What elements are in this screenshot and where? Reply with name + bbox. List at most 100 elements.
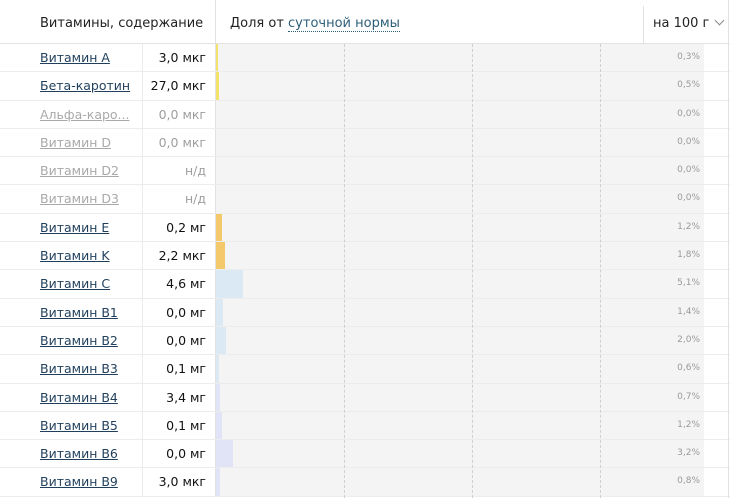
- bar-fill: [216, 411, 223, 440]
- vitamin-amount: 0,0 мг: [166, 332, 206, 348]
- daily-percent: 0,0%: [677, 108, 700, 119]
- bar-track: [215, 128, 704, 157]
- vitamin-amount: 3,0 мкг: [158, 474, 206, 490]
- daily-percent: 0,5%: [677, 80, 700, 91]
- vitamin-name-link[interactable]: Витамин B1: [40, 305, 140, 320]
- table-row: Бета-каротин 27,0 мкг 0,5%: [0, 72, 730, 101]
- bar-track: [215, 242, 704, 270]
- vitamin-name-link[interactable]: Витамин D2: [40, 163, 140, 178]
- header-divider: [215, 0, 216, 44]
- bar-fill: [216, 468, 221, 496]
- bar-fill: [216, 44, 218, 72]
- bar-track: [215, 298, 704, 326]
- table-row: Витамин D3 н/д 0,0%: [0, 185, 730, 214]
- vitamin-name-link[interactable]: Витамин K: [40, 248, 140, 263]
- vitamin-name-link[interactable]: Витамин E: [40, 220, 140, 235]
- bar-fill: [216, 270, 243, 298]
- daily-percent: 1,2%: [677, 419, 700, 430]
- bar-track: [215, 185, 704, 213]
- header-title: Витамины, содержание: [40, 16, 204, 31]
- table-row: Витамин K 2,2 мкг 1,8%: [0, 242, 730, 271]
- bar-track: [215, 44, 704, 72]
- table-header: Витамины, содержание Доля от суточной но…: [0, 0, 730, 44]
- vitamins-table: Витамины, содержание Доля от суточной но…: [0, 0, 730, 498]
- table-row: Альфа-каро... 0,0 мкг 0,0%: [0, 100, 730, 129]
- daily-percent: 0,0%: [677, 136, 700, 147]
- vitamin-name-link[interactable]: Витамин B4: [40, 390, 140, 405]
- vitamin-amount: н/д: [184, 163, 206, 179]
- header-divider-right: [643, 6, 644, 44]
- bar-track: [215, 72, 704, 100]
- bar-track: [215, 440, 704, 468]
- table-row: Витамин D2 н/д 0,0%: [0, 157, 730, 186]
- table-row: Витамин B2 0,0 мг 2,0%: [0, 326, 730, 356]
- vitamin-name-link[interactable]: Альфа-каро...: [40, 107, 140, 122]
- daily-percent: 2,0%: [677, 334, 700, 345]
- daily-percent: 0,3%: [677, 52, 700, 62]
- daily-percent: 5,1%: [677, 278, 700, 289]
- vitamin-amount: 3,0 мкг: [158, 50, 206, 65]
- bar-fill: [216, 383, 220, 411]
- table-row: Витамин B9 3,0 мкг 0,8%: [0, 468, 730, 497]
- table-row: Витамин B6 0,0 мг 3,2%: [0, 440, 730, 469]
- vitamin-amount: 27,0 мкг: [150, 78, 206, 94]
- bar-track: [215, 468, 704, 496]
- bar-track: [215, 355, 704, 383]
- vitamin-amount: н/д: [184, 191, 206, 207]
- bar-track: [215, 411, 704, 440]
- right-border: [728, 0, 729, 498]
- table-row: Витамин E 0,2 мг 1,2%: [0, 213, 730, 243]
- table-row: Витамин B1 0,0 мг 1,4%: [0, 298, 730, 327]
- bar-track: [215, 270, 704, 298]
- grid-line: [344, 44, 345, 498]
- vitamin-amount: 0,0 мкг: [158, 106, 206, 122]
- table-row: Витамин B3 0,1 мг 0,6%: [0, 355, 730, 384]
- bar-track: [215, 157, 704, 185]
- daily-percent: 1,8%: [677, 250, 700, 261]
- vitamin-name-link[interactable]: Витамин D: [40, 135, 140, 150]
- vitamin-name-link[interactable]: Витамин C: [40, 276, 140, 291]
- bar-fill: [216, 72, 219, 100]
- vitamin-amount: 0,0 мкг: [158, 134, 206, 150]
- bar-fill: [216, 213, 223, 242]
- daily-percent: 1,4%: [677, 306, 700, 317]
- bar-fill: [216, 440, 233, 468]
- daily-percent: 3,2%: [677, 448, 700, 459]
- per-100g-dropdown[interactable]: на 100 г: [653, 15, 725, 31]
- vitamin-amount: 2,2 мкг: [158, 248, 206, 264]
- vitamin-amount: 4,6 мг: [166, 276, 206, 292]
- vitamin-name-link[interactable]: Бета-каротин: [40, 78, 140, 93]
- vitamin-name-link[interactable]: Витамин B3: [40, 361, 140, 376]
- vitamin-amount: 0,0 мг: [166, 304, 206, 320]
- bar-fill: [216, 298, 224, 326]
- header-share: Доля от суточной нормы: [230, 16, 400, 32]
- daily-norm-link[interactable]: суточной нормы: [288, 16, 400, 32]
- share-prefix: Доля от: [230, 16, 289, 31]
- table-row: Витамин B5 0,1 мг 1,2%: [0, 411, 730, 441]
- vitamin-name-link[interactable]: Витамин B9: [40, 474, 140, 489]
- vitamin-amount: 3,4 мг: [166, 389, 206, 405]
- daily-percent: 0,0%: [677, 165, 700, 176]
- vitamin-name-link[interactable]: Витамин D3: [40, 191, 140, 206]
- daily-percent: 0,8%: [677, 476, 700, 487]
- vitamin-name-link[interactable]: Витамин B6: [40, 446, 140, 461]
- table-row: Витамин A 3,0 мкг 0,3%: [0, 44, 730, 73]
- bar-track: [215, 326, 704, 355]
- vitamin-amount: 0,1 мг: [166, 417, 206, 433]
- daily-percent: 1,2%: [677, 221, 700, 232]
- vitamin-name-link[interactable]: Витамин A: [40, 50, 140, 65]
- vitamin-amount: 0,2 мг: [166, 219, 206, 235]
- bar-track: [215, 213, 704, 242]
- bar-track: [215, 383, 704, 411]
- grid-line: [600, 44, 601, 498]
- vitamin-rows: Витамин A 3,0 мкг 0,3% Бета-каротин 27,0 мкг…: [0, 44, 730, 497]
- table-row: Витамин C 4,6 мг 5,1%: [0, 270, 730, 299]
- vitamin-name-link[interactable]: Витамин B5: [40, 418, 140, 433]
- daily-percent: 0,7%: [677, 391, 700, 402]
- grid-line: [472, 44, 473, 498]
- vitamin-amount: 0,0 мг: [166, 446, 206, 462]
- chevron-down-icon: [714, 15, 725, 26]
- bar-fill: [216, 355, 220, 383]
- per-100g-label: на 100 г: [653, 16, 710, 31]
- vitamin-name-link[interactable]: Витамин B2: [40, 333, 140, 348]
